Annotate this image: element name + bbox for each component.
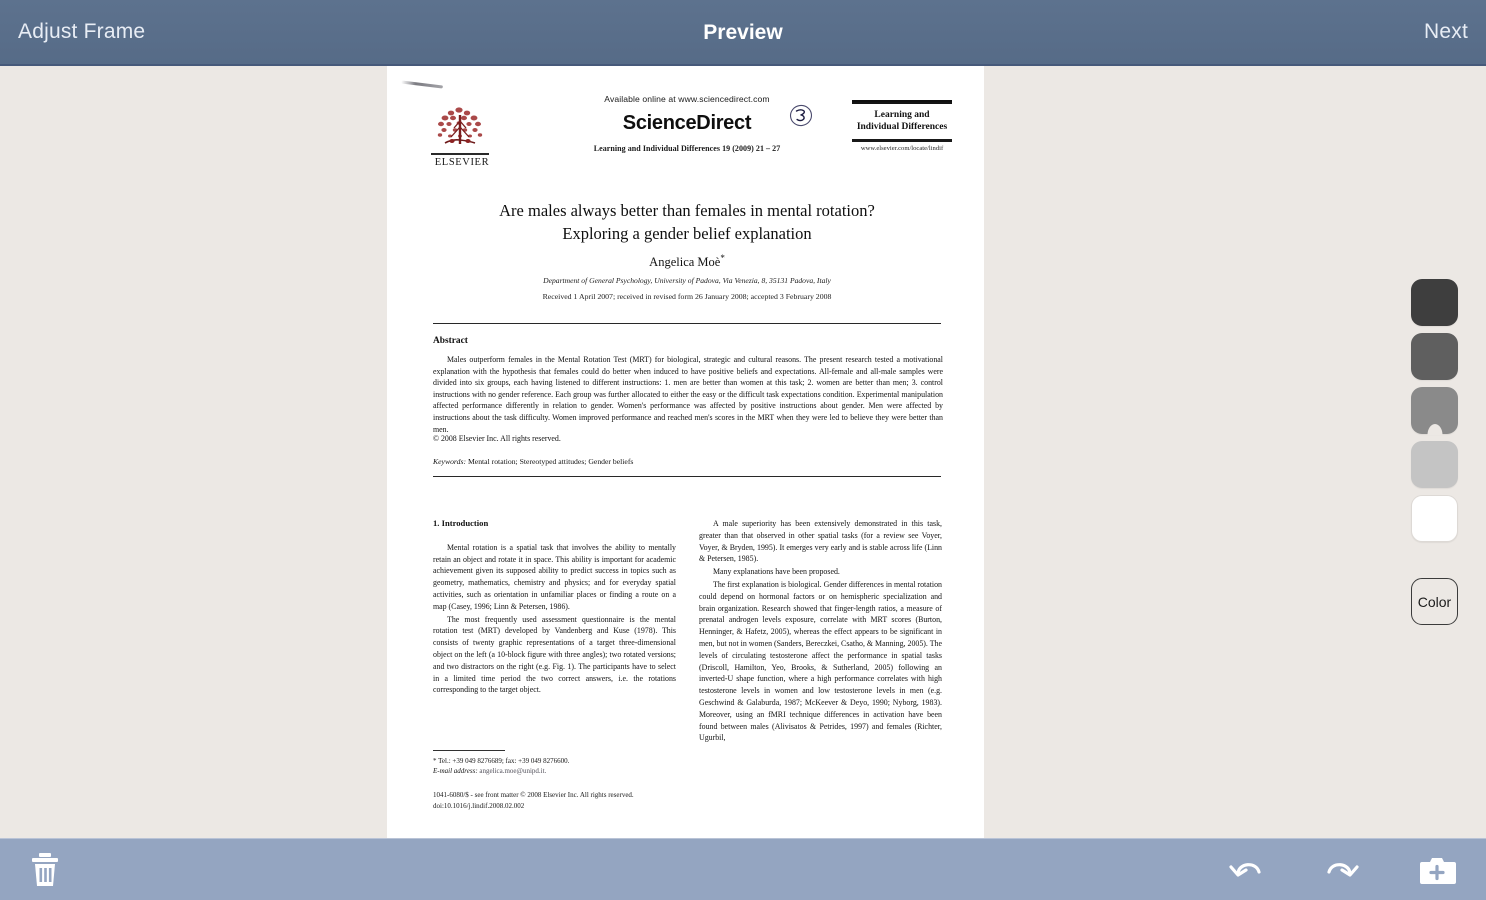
sciencedirect-logo: ScienceDirect — [622, 112, 752, 134]
preview-canvas[interactable]: ELSEVIER Available online at www.science… — [0, 66, 1486, 840]
footer-issn-block: 1041-6080/$ - see front matter © 2008 El… — [433, 790, 703, 811]
footnote-email-value: angelica.moe@unipd.it. — [479, 767, 547, 776]
redo-button[interactable] — [1322, 854, 1362, 886]
body-column-right: A male superiority has been extensively … — [699, 518, 942, 745]
footnote-tel: Tel.: +39 049 8276689; fax: +39 049 8276… — [438, 757, 570, 765]
swatch-dark[interactable] — [1411, 333, 1458, 380]
top-toolbar: Adjust Frame Preview Next — [0, 0, 1486, 66]
keywords-value: Mental rotation; Stereotyped attitudes; … — [467, 457, 634, 466]
bottom-toolbar — [0, 838, 1486, 900]
journal-logo-box: Learning and Individual Differences www.… — [852, 100, 952, 152]
keywords-label: Keywords: — [433, 457, 467, 466]
scanner-preview-screen: Adjust Frame Preview Next ELSEVIER Avail… — [0, 0, 1486, 900]
footnote-divider — [433, 750, 505, 751]
swatch-mid[interactable] — [1411, 387, 1458, 434]
scanned-page[interactable]: ELSEVIER Available online at www.science… — [387, 66, 984, 840]
undo-button[interactable] — [1226, 854, 1266, 886]
article-title-line1: Are males always better than females in … — [499, 201, 875, 220]
body-column-left: 1. Introduction Mental rotation is a spa… — [433, 518, 676, 697]
next-button[interactable]: Next — [1424, 20, 1468, 44]
scan-artifact-mark — [400, 80, 444, 89]
abstract-divider-top — [433, 323, 941, 324]
handwritten-page-number-annotation — [787, 102, 815, 130]
swatch-darkest[interactable] — [1411, 279, 1458, 326]
author-name: Angelica Moè — [649, 255, 721, 270]
elsevier-tree-icon — [431, 103, 489, 153]
author-footnote-marker: * — [720, 253, 725, 263]
article-author: Angelica Moè* — [427, 253, 947, 270]
keywords-line: Keywords: Mental rotation; Stereotyped a… — [433, 457, 943, 466]
elsevier-logo: ELSEVIER — [431, 103, 493, 168]
abstract-copyright: © 2008 Elsevier Inc. All rights reserved… — [433, 434, 561, 443]
journal-name-line1: Learning and — [874, 110, 930, 120]
swatch-light[interactable] — [1411, 441, 1458, 488]
article-title-line2: Exploring a gender belief explanation — [562, 224, 812, 243]
paragraph: Many explanations have been proposed. — [713, 567, 840, 577]
journal-name-line2: Individual Differences — [856, 122, 948, 132]
journal-url: www.elsevier.com/locate/lindif — [860, 145, 944, 152]
footnote-block: * Tel.: +39 049 8276689; fax: +39 049 82… — [433, 756, 683, 777]
elsevier-wordmark: ELSEVIER — [434, 156, 490, 168]
journal-citation-line: Learning and Individual Differences 19 (… — [593, 144, 781, 153]
section-heading-introduction: 1. Introduction — [433, 518, 489, 528]
paragraph: The first explanation is biological. Gen… — [699, 579, 942, 743]
received-dates: Received 1 April 2007; received in revis… — [542, 292, 832, 301]
swatch-white[interactable] — [1411, 495, 1458, 542]
page-title: Preview — [703, 21, 783, 44]
adjust-frame-button[interactable]: Adjust Frame — [18, 20, 145, 44]
add-page-icon — [1420, 857, 1456, 884]
elsevier-rule — [431, 153, 489, 155]
paragraph: A male superiority has been extensively … — [699, 519, 942, 564]
article-title: Are males always better than females in … — [427, 199, 947, 245]
paragraph: The most frequently used assessment ques… — [433, 614, 676, 695]
abstract-heading: Abstract — [433, 336, 468, 346]
journal-header: ELSEVIER Available online at www.science… — [387, 94, 984, 186]
abstract-divider-bottom — [433, 476, 941, 477]
author-affiliation: Department of General Psychology, Univer… — [543, 276, 831, 285]
footer-issn-line: 1041-6080/$ - see front matter © 2008 El… — [433, 791, 634, 799]
footer-doi-line: doi:10.1016/j.lindif.2008.02.002 — [433, 801, 525, 810]
journal-rule-top — [852, 100, 952, 104]
available-online-text: Available online at www.sciencedirect.co… — [604, 94, 770, 104]
abstract-body: Males outperform females in the Mental R… — [433, 355, 943, 434]
paragraph: Mental rotation is a spatial task that i… — [433, 542, 676, 611]
redo-icon — [1327, 862, 1359, 877]
trash-icon — [32, 852, 58, 886]
footnote-email-label: E-mail address: — [433, 767, 478, 776]
footnote-marker: * — [433, 757, 437, 765]
journal-rule-bottom — [852, 139, 952, 142]
color-mode-button[interactable]: Color — [1411, 578, 1458, 625]
undo-icon — [1229, 862, 1261, 877]
sciencedirect-block: Available online at www.sciencedirect.co… — [557, 94, 817, 153]
filter-palette — [1411, 279, 1458, 542]
delete-button[interactable] — [28, 851, 62, 889]
add-page-button[interactable] — [1418, 853, 1456, 887]
